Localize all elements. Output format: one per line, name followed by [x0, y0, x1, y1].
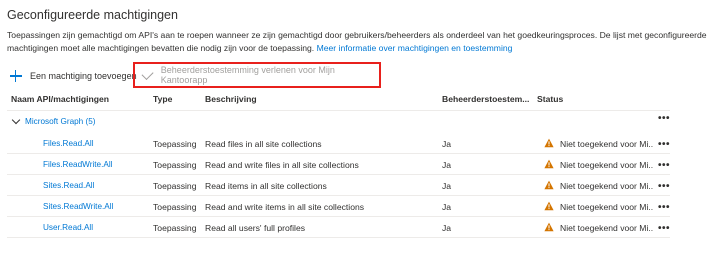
- column-header-admin-consent[interactable]: Beheerderstoestem...: [442, 94, 529, 104]
- permission-description: Read and write files in all site collect…: [205, 160, 359, 170]
- group-label[interactable]: Microsoft Graph (5): [25, 117, 96, 126]
- more-options-icon[interactable]: •••: [658, 202, 670, 213]
- permission-name-link[interactable]: Files.ReadWrite.All: [43, 160, 112, 169]
- table-row: Files.ReadWrite.All Toepassing Read and wr…: [7, 154, 670, 175]
- admin-consent-required: Ja: [442, 181, 452, 191]
- more-options-icon[interactable]: •••: [658, 223, 670, 234]
- warning-icon: [544, 138, 554, 148]
- status-text: Niet toegekend voor Mi...: [560, 181, 653, 191]
- column-header-type[interactable]: Type: [153, 94, 172, 104]
- permission-description: Read items in all site collections: [205, 181, 327, 191]
- table-row: Files.Read.All Toepassing Read files in al…: [7, 133, 670, 154]
- checkmark-icon: [141, 67, 154, 80]
- more-options-icon[interactable]: •••: [658, 160, 670, 171]
- admin-consent-required: Ja: [442, 139, 452, 149]
- warning-icon: [544, 159, 554, 169]
- permission-type: Toepassing: [153, 139, 197, 149]
- admin-consent-required: Ja: [442, 160, 452, 170]
- table-row: Sites.Read.All Toepassing Read items in al…: [7, 175, 670, 196]
- group-row-microsoft-graph[interactable]: Microsoft Graph (5) •••: [7, 111, 670, 133]
- warning-icon: [544, 180, 554, 190]
- add-permission-label: Een machtiging toevoegen: [30, 71, 137, 81]
- permission-name-link[interactable]: Sites.Read.All: [43, 181, 94, 190]
- status-text: Niet toegekend voor Mi...: [560, 160, 653, 170]
- permission-description: Read and write items in all site collect…: [205, 202, 365, 212]
- plus-icon: [10, 70, 22, 82]
- status-text: Niet toegekend voor Mi...: [560, 202, 653, 212]
- more-options-icon[interactable]: •••: [658, 113, 670, 124]
- permission-name-link[interactable]: User.Read.All: [43, 223, 93, 232]
- add-permission-button[interactable]: Een machtiging toevoegen: [7, 65, 147, 87]
- permission-description: Read files in all site collections: [205, 139, 322, 149]
- grant-admin-consent-button[interactable]: Beheerderstoestemming verlenen voor Mijn…: [133, 62, 381, 88]
- more-options-icon[interactable]: •••: [658, 181, 670, 192]
- permission-type: Toepassing: [153, 202, 197, 212]
- status-text: Niet toegekend voor Mi...: [560, 223, 653, 233]
- column-header-name[interactable]: Naam API/machtigingen: [11, 94, 109, 104]
- column-header-status[interactable]: Status: [537, 94, 563, 104]
- page-title: Geconfigureerde machtigingen: [7, 8, 178, 22]
- grant-admin-consent-label: Beheerderstoestemming verlenen voor Mijn…: [160, 65, 335, 85]
- admin-consent-required: Ja: [442, 223, 452, 233]
- status-text: Niet toegekend voor Mi...: [560, 139, 653, 149]
- permission-type: Toepassing: [153, 223, 197, 233]
- permission-type: Toepassing: [153, 160, 197, 170]
- column-header-description[interactable]: Beschrijving: [205, 94, 257, 104]
- command-bar: Een machtiging toevoegen Beheerderstoest…: [7, 62, 381, 88]
- permission-type: Toepassing: [153, 181, 197, 191]
- admin-consent-required: Ja: [442, 202, 452, 212]
- permission-name-link[interactable]: Files.Read.All: [43, 139, 94, 148]
- table-header: Naam API/machtigingen Type Beschrijving …: [7, 88, 670, 111]
- permission-name-link[interactable]: Sites.ReadWrite.All: [43, 202, 113, 211]
- permissions-table: Naam API/machtigingen Type Beschrijving …: [7, 88, 670, 238]
- table-row: User.Read.All Toepassing Read all users' f…: [7, 217, 670, 238]
- chevron-down-icon[interactable]: [11, 115, 21, 125]
- table-row: Sites.ReadWrite.All Toepassing Read and wr…: [7, 196, 670, 217]
- learn-more-link[interactable]: Meer informatie over machtigingen en toe…: [317, 43, 513, 53]
- more-options-icon[interactable]: •••: [658, 139, 670, 150]
- permission-description: Read all users' full profiles: [205, 223, 306, 233]
- warning-icon: [544, 201, 554, 211]
- warning-icon: [544, 222, 554, 232]
- page-description: Toepassingen zijn gemachtigd om API's aa…: [7, 29, 713, 55]
